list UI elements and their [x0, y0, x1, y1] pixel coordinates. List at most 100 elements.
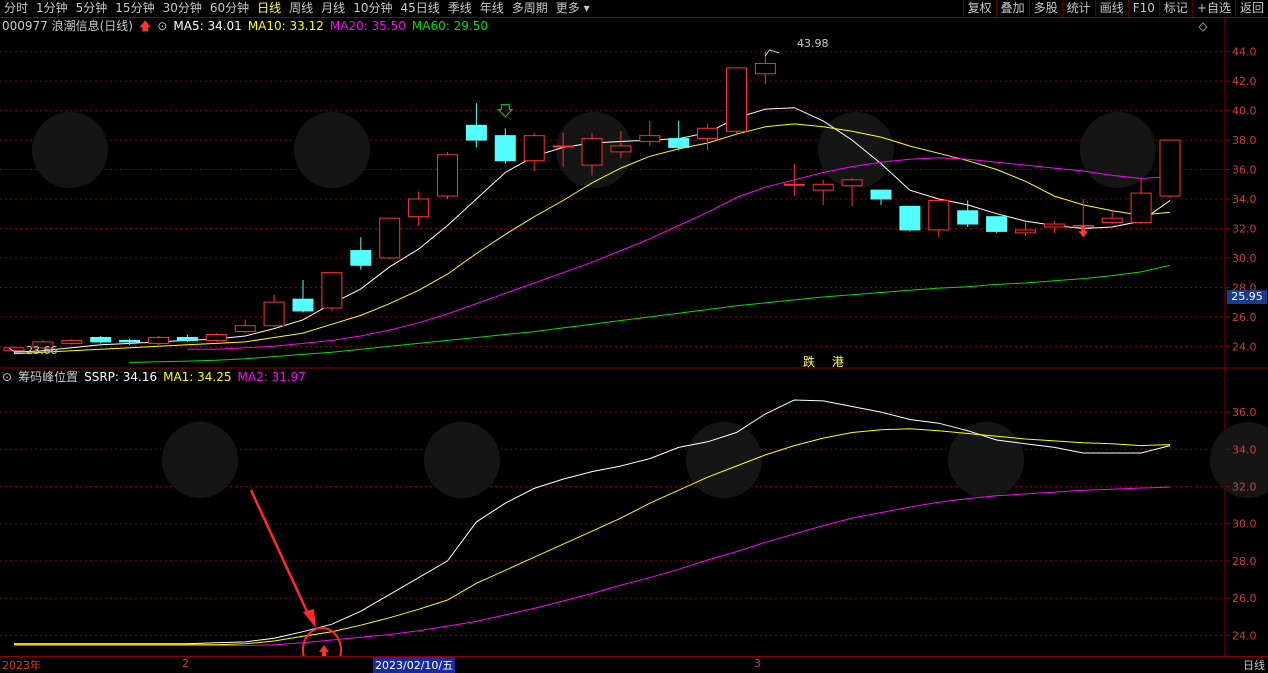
candles	[3, 51, 1181, 352]
candle	[1043, 221, 1065, 233]
ma-line-ma60	[129, 264, 1171, 363]
candle	[1159, 139, 1181, 198]
y-tick-label: 34.0	[1232, 443, 1257, 456]
candle-body	[523, 135, 545, 162]
candle	[379, 217, 401, 260]
candle	[841, 178, 863, 207]
candle-body	[986, 216, 1008, 232]
candle	[668, 120, 690, 151]
up-signal-icon	[319, 645, 329, 652]
candle	[465, 103, 487, 148]
candle-body	[841, 179, 863, 187]
watermark-mark	[818, 112, 894, 188]
candle-body	[870, 189, 892, 200]
watermark-mark	[424, 422, 500, 498]
candle-body	[176, 336, 198, 341]
candle-body	[899, 205, 921, 231]
candle-body	[61, 339, 83, 344]
candle	[494, 128, 516, 164]
candle	[639, 120, 661, 146]
candle	[523, 132, 545, 172]
high-leader	[764, 49, 780, 57]
candle	[726, 67, 747, 135]
candle-body	[465, 124, 487, 141]
watermark-mark	[686, 422, 762, 498]
candle-body	[408, 198, 430, 218]
watermark-mark	[162, 422, 238, 498]
candle-body	[263, 301, 285, 327]
candle	[812, 179, 834, 205]
price-box: 25.95	[1227, 290, 1267, 304]
price-axis: 24.0 26.0 28.0 30.0 32.0 34.0 36.0 38.0 40.0 42.0…	[1225, 46, 1257, 642]
candle	[928, 199, 950, 238]
candle-body	[754, 62, 776, 75]
y-tick-label: 44.0	[1232, 46, 1257, 59]
candle	[321, 272, 343, 311]
candle	[1015, 222, 1036, 236]
y-tick-label: 32.0	[1232, 481, 1257, 494]
candle-body	[610, 145, 632, 153]
candle	[899, 205, 921, 232]
candle-body	[379, 217, 401, 259]
chart-canvas[interactable]: 24.0 26.0 28.0 30.0 32.0 34.0 36.0 38.0 40.0 42.0…	[0, 0, 1268, 671]
candle-body	[148, 336, 169, 344]
indicator-line-ma2	[14, 486, 1171, 647]
candle	[263, 294, 285, 328]
tag-gang: 港	[832, 355, 845, 369]
x-axis-bar: 2023年 2 2023/02/10/五 3 日线	[0, 656, 1268, 673]
candle	[205, 333, 227, 342]
y-tick-label: 36.0	[1232, 164, 1257, 177]
candle	[437, 151, 458, 199]
candle	[176, 334, 198, 342]
candle-body	[639, 135, 661, 143]
candle-body	[205, 334, 227, 341]
xaxis-month-2: 2	[182, 657, 189, 670]
y-tick-label: 28.0	[1232, 555, 1257, 568]
candle-body	[697, 127, 719, 140]
y-tick-label: 40.0	[1232, 105, 1257, 118]
candle	[986, 216, 1008, 233]
xaxis-month-3: 3	[754, 657, 761, 670]
y-tick-label: 34.0	[1232, 193, 1257, 206]
candle-body	[1130, 192, 1152, 224]
candle-body	[668, 138, 690, 148]
candle-body	[494, 135, 516, 162]
candle-body	[437, 154, 458, 197]
candle-body	[726, 67, 747, 132]
candle	[292, 280, 314, 313]
candle	[783, 163, 805, 197]
candle-body	[3, 347, 25, 352]
y-tick-label: 30.0	[1232, 518, 1257, 531]
candle-body	[234, 325, 256, 333]
y-tick-label: 24.0	[1232, 340, 1257, 353]
candle	[1101, 210, 1123, 225]
candle-body	[292, 298, 314, 312]
y-tick-label: 42.0	[1232, 75, 1257, 88]
low-label: 23.66	[26, 344, 58, 357]
candle-body	[1043, 223, 1065, 228]
watermark-mark	[294, 112, 370, 188]
candle	[3, 346, 25, 352]
candle	[870, 189, 892, 205]
candle-body	[812, 183, 834, 191]
high-label: 43.98	[797, 37, 829, 50]
candle-body	[552, 145, 574, 148]
candle	[1130, 178, 1152, 225]
y-tick-label: 32.0	[1232, 222, 1257, 235]
pointer-arrow-head	[303, 609, 316, 628]
candle-body	[783, 183, 805, 186]
candle	[697, 123, 719, 151]
y-tick-label: 26.0	[1232, 592, 1257, 605]
y-tick-label: 24.0	[1232, 629, 1257, 642]
candle-body	[957, 210, 979, 225]
y-tick-label: 26.0	[1232, 311, 1257, 324]
candle	[61, 338, 83, 345]
candle	[957, 200, 979, 227]
candle-body	[119, 339, 141, 343]
candle-body	[90, 336, 112, 343]
candle	[754, 51, 776, 85]
watermark-mark	[948, 422, 1024, 498]
pointer-arrow-line	[249, 489, 312, 619]
tag-die: 跌	[803, 355, 816, 369]
candle	[148, 336, 169, 345]
